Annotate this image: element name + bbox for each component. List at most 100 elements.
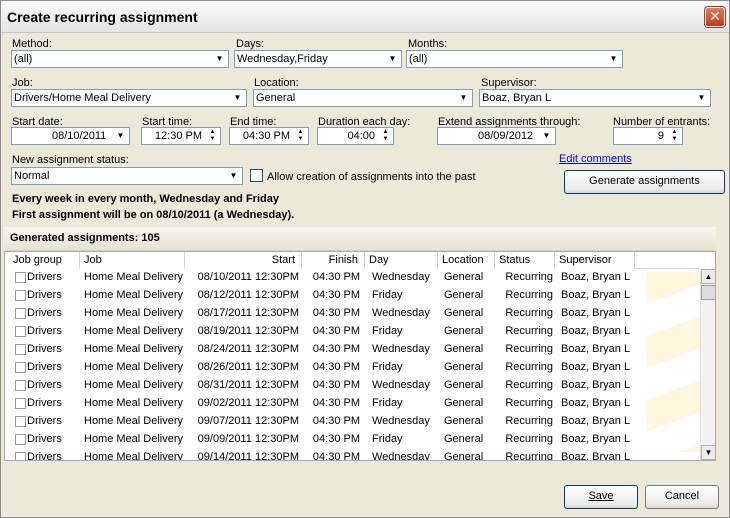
table-cell: Boaz, Bryan L [561, 433, 631, 445]
row-checkbox[interactable] [15, 380, 26, 391]
table-row[interactable]: Drivers Home Meal Delivery 08/26/2011 12:3… [5, 359, 700, 377]
assignments-grid[interactable]: Job group Job Start Finish Day Location … [4, 251, 716, 461]
table-cell: General [444, 325, 484, 337]
table-cell: Friday [372, 433, 403, 445]
grid-header-row: Job group Job Start Finish Day Location … [5, 252, 700, 269]
generate-assignments-button[interactable]: Generate assignments [564, 170, 725, 194]
days-dropdown[interactable]: Wednesday,Friday ▼ [234, 50, 402, 68]
row-checkbox[interactable] [15, 344, 26, 355]
column-header-finish[interactable]: Finish [302, 252, 365, 269]
months-dropdown[interactable]: (all) ▼ [406, 50, 623, 68]
table-cell: Boaz, Bryan L [561, 343, 631, 355]
title-bar[interactable]: Create recurring assignment ✕ [1, 1, 729, 33]
table-cell: Boaz, Bryan L [561, 379, 631, 391]
table-row[interactable]: Drivers Home Meal Delivery 08/31/2011 12:3… [5, 377, 700, 395]
table-row[interactable]: Drivers Home Meal Delivery 09/07/2011 12:3… [5, 413, 700, 431]
first-assignment-summary: First assignment will be on 08/10/2011 (… [12, 209, 295, 221]
table-row[interactable]: Drivers Home Meal Delivery 09/02/2011 12:3… [5, 395, 700, 413]
job-dropdown[interactable]: Drivers/Home Meal Delivery ▼ [11, 89, 247, 107]
row-checkbox[interactable] [15, 290, 26, 301]
cancel-button[interactable]: Cancel [645, 485, 719, 509]
column-header-job-group[interactable]: Job group [5, 252, 80, 269]
row-checkbox[interactable] [15, 434, 26, 445]
end-time-spinner[interactable]: 04:30 PM ▲ ▼ [229, 127, 309, 145]
table-row[interactable]: Drivers Home Meal Delivery 09/09/2011 12:3… [5, 431, 700, 449]
method-value: (all) [14, 53, 33, 65]
spin-up-icon[interactable]: ▲ [672, 129, 678, 135]
generated-count: Generated assignments: 105 [10, 232, 160, 244]
scroll-thumb[interactable] [701, 285, 715, 300]
spin-down-icon[interactable]: ▼ [210, 136, 216, 142]
table-cell: Home Meal Delivery [84, 415, 184, 427]
row-checkbox[interactable] [15, 272, 26, 283]
close-button[interactable]: ✕ [705, 7, 725, 27]
table-cell: Boaz, Bryan L [561, 415, 631, 427]
table-cell: General [444, 289, 484, 301]
allow-past-checkbox[interactable] [250, 169, 263, 182]
start-time-spinner[interactable]: 12:30 PM ▲ ▼ [141, 127, 221, 145]
entrants-spinner[interactable]: 9 ▲ ▼ [613, 127, 683, 145]
supervisor-dropdown[interactable]: Boaz, Bryan L ▼ [479, 89, 711, 107]
column-header-status[interactable]: Status [495, 252, 555, 269]
row-checkbox[interactable] [15, 452, 26, 460]
table-row[interactable]: Drivers Home Meal Delivery 08/24/2011 12:3… [5, 341, 700, 359]
location-dropdown[interactable]: General ▼ [253, 89, 473, 107]
table-cell: Drivers [27, 415, 62, 427]
table-cell: General [444, 397, 484, 409]
save-button[interactable]: Save [564, 485, 638, 509]
spin-up-icon[interactable]: ▲ [210, 129, 216, 135]
row-checkbox[interactable] [15, 362, 26, 373]
spin-down-icon[interactable]: ▼ [298, 136, 304, 142]
scroll-down-icon[interactable]: ▼ [701, 445, 715, 460]
table-cell: Wednesday [372, 343, 430, 355]
column-header-job[interactable]: Job [80, 252, 185, 269]
table-cell: Recurring [505, 451, 553, 461]
row-checkbox[interactable] [15, 416, 26, 427]
extend-through-picker[interactable]: 08/09/2012 ▼ [437, 127, 556, 145]
start-date-picker[interactable]: 08/10/2011 ▼ [11, 127, 130, 145]
table-row[interactable]: Drivers Home Meal Delivery 08/10/2011 12:3… [5, 269, 700, 287]
table-cell: Recurring [505, 289, 553, 301]
spin-up-icon[interactable]: ▲ [383, 129, 389, 135]
duration-spinner[interactable]: 04:00 ▲ ▼ [317, 127, 394, 145]
column-header-day[interactable]: Day [365, 252, 438, 269]
grid-scrollbar[interactable]: ▲ ▼ [700, 269, 715, 460]
table-cell: Drivers [27, 307, 62, 319]
table-cell: Recurring [505, 397, 553, 409]
row-checkbox[interactable] [15, 308, 26, 319]
location-label: Location: [254, 77, 299, 89]
spin-down-icon[interactable]: ▼ [383, 136, 389, 142]
table-cell: Wednesday [372, 415, 430, 427]
table-cell: Boaz, Bryan L [561, 397, 631, 409]
column-header-supervisor[interactable]: Supervisor [555, 252, 635, 269]
column-header-start[interactable]: Start [185, 252, 302, 269]
chevron-down-icon: ▼ [609, 54, 618, 63]
row-checkbox[interactable] [15, 326, 26, 337]
table-cell: Home Meal Delivery [84, 361, 184, 373]
table-row[interactable]: Drivers Home Meal Delivery 09/14/2011 12:3… [5, 449, 700, 461]
table-cell: General [444, 361, 484, 373]
table-cell: 04:30 PM [312, 271, 360, 283]
table-row[interactable]: Drivers Home Meal Delivery 08/19/2011 12:3… [5, 323, 700, 341]
column-header-location[interactable]: Location [438, 252, 495, 269]
allow-past-label[interactable]: Allow creation of assignments into the p… [267, 171, 476, 183]
supervisor-label: Supervisor: [481, 77, 537, 89]
chevron-down-icon: ▼ [215, 54, 224, 63]
table-cell: Friday [372, 361, 403, 373]
location-value: General [256, 92, 296, 104]
scroll-up-icon[interactable]: ▲ [701, 269, 715, 284]
table-cell: Home Meal Delivery [84, 433, 184, 445]
supervisor-value: Boaz, Bryan L [482, 92, 552, 104]
status-dropdown[interactable]: Normal ▼ [11, 167, 243, 185]
spin-down-icon[interactable]: ▼ [672, 136, 678, 142]
table-cell: Home Meal Delivery [84, 325, 184, 337]
start-date-value: 08/10/2011 [52, 130, 107, 142]
row-checkbox[interactable] [15, 398, 26, 409]
table-cell: 08/24/2011 12:30PM [197, 343, 299, 355]
method-dropdown[interactable]: (all) ▼ [11, 50, 229, 68]
spin-up-icon[interactable]: ▲ [298, 129, 304, 135]
table-row[interactable]: Drivers Home Meal Delivery 08/17/2011 12:3… [5, 305, 700, 323]
table-cell: Recurring [505, 379, 553, 391]
table-row[interactable]: Drivers Home Meal Delivery 08/12/2011 12:3… [5, 287, 700, 305]
edit-comments-link[interactable]: Edit comments [559, 153, 632, 165]
